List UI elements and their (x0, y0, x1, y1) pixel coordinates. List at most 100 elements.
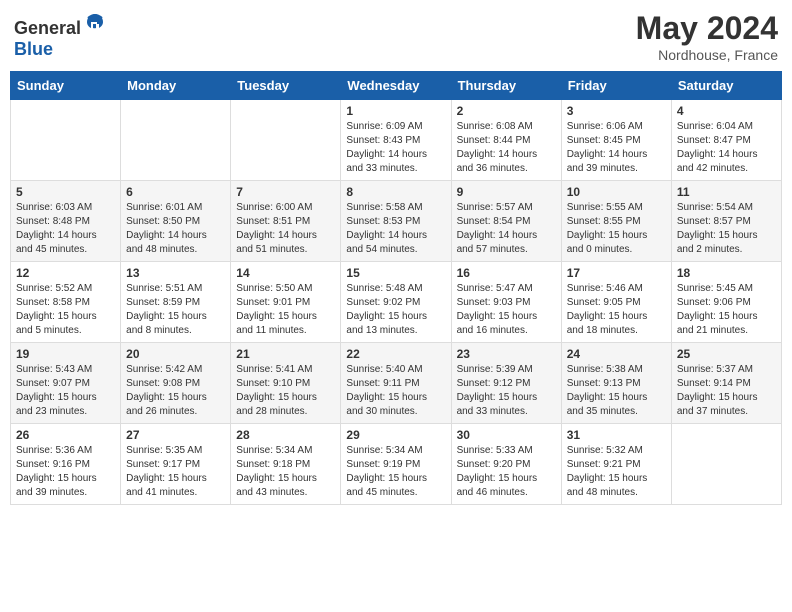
calendar-cell: 22Sunrise: 5:40 AM Sunset: 9:11 PM Dayli… (341, 343, 451, 424)
logo-blue: Blue (14, 39, 53, 59)
day-content: Sunrise: 5:42 AM Sunset: 9:08 PM Dayligh… (126, 363, 225, 419)
day-content: Sunrise: 5:57 AM Sunset: 8:54 PM Dayligh… (457, 201, 556, 257)
calendar-week-1: 1Sunrise: 6:09 AM Sunset: 8:43 PM Daylig… (11, 100, 782, 181)
calendar-header-sunday: Sunday (11, 72, 121, 100)
day-content: Sunrise: 5:36 AM Sunset: 9:16 PM Dayligh… (16, 444, 115, 500)
day-content: Sunrise: 5:32 AM Sunset: 9:21 PM Dayligh… (567, 444, 666, 500)
calendar-cell: 3Sunrise: 6:06 AM Sunset: 8:45 PM Daylig… (561, 100, 671, 181)
day-content: Sunrise: 5:38 AM Sunset: 9:13 PM Dayligh… (567, 363, 666, 419)
calendar-cell: 19 Sunrise: 5:43 AM Sunset: 9:07 PM Dayli… (11, 343, 121, 424)
calendar-cell: 13 Sunrise: 5:51 AM Sunset: 8:59 PM Dayli… (121, 262, 231, 343)
calendar-cell: 28 Sunrise: 5:34 AM Sunset: 9:18 PM Dayli… (231, 424, 341, 505)
calendar-cell: 12 Sunrise: 5:52 AM Sunset: 8:58 PM Dayli… (11, 262, 121, 343)
calendar-cell (121, 100, 231, 181)
day-content: Sunrise: 5:37 AM Sunset: 9:14 PM Dayligh… (677, 363, 776, 419)
calendar-header-monday: Monday (121, 72, 231, 100)
day-content: Sunrise: 5:43 AM Sunset: 9:07 PM Dayligh… (16, 363, 115, 419)
day-content: Sunrise: 5:58 AM Sunset: 8:53 PM Dayligh… (346, 201, 445, 257)
day-content: Sunrise: 5:55 AM Sunset: 8:55 PM Dayligh… (567, 201, 666, 257)
day-number: 31 (567, 428, 666, 442)
day-number: 11 (677, 185, 776, 199)
calendar-header-thursday: Thursday (451, 72, 561, 100)
calendar-body: 1Sunrise: 6:09 AM Sunset: 8:43 PM Daylig… (11, 100, 782, 505)
day-number: 7 (236, 185, 335, 199)
calendar-week-3: 12 Sunrise: 5:52 AM Sunset: 8:58 PM Dayli… (11, 262, 782, 343)
day-number: 19 (16, 347, 115, 361)
calendar-cell: 25 Sunrise: 5:37 AM Sunset: 9:14 PM Dayli… (671, 343, 781, 424)
day-content: Sunrise: 6:00 AM Sunset: 8:51 PM Dayligh… (236, 201, 335, 257)
logo-text: General Blue (14, 10, 107, 60)
day-number: 1 (346, 104, 445, 118)
day-content: Sunrise: 5:46 AM Sunset: 9:05 PM Dayligh… (567, 282, 666, 338)
calendar-cell: 14Sunrise: 5:50 AM Sunset: 9:01 PM Dayli… (231, 262, 341, 343)
calendar-cell: 9 Sunrise: 5:57 AM Sunset: 8:54 PM Daylig… (451, 181, 561, 262)
calendar-cell: 27Sunrise: 5:35 AM Sunset: 9:17 PM Dayli… (121, 424, 231, 505)
day-number: 13 (126, 266, 225, 280)
day-number: 21 (236, 347, 335, 361)
day-number: 23 (457, 347, 556, 361)
day-content: Sunrise: 5:34 AM Sunset: 9:18 PM Dayligh… (236, 444, 335, 500)
day-number: 8 (346, 185, 445, 199)
calendar-cell: 29 Sunrise: 5:34 AM Sunset: 9:19 PM Dayli… (341, 424, 451, 505)
logo: General Blue (14, 10, 107, 60)
day-number: 6 (126, 185, 225, 199)
day-number: 12 (16, 266, 115, 280)
day-content: Sunrise: 5:51 AM Sunset: 8:59 PM Dayligh… (126, 282, 225, 338)
day-number: 28 (236, 428, 335, 442)
day-number: 2 (457, 104, 556, 118)
day-number: 15 (346, 266, 445, 280)
calendar-cell: 10Sunrise: 5:55 AM Sunset: 8:55 PM Dayli… (561, 181, 671, 262)
calendar-header-saturday: Saturday (671, 72, 781, 100)
calendar-cell: 26Sunrise: 5:36 AM Sunset: 9:16 PM Dayli… (11, 424, 121, 505)
day-content: Sunrise: 5:40 AM Sunset: 9:11 PM Dayligh… (346, 363, 445, 419)
day-number: 9 (457, 185, 556, 199)
day-content: Sunrise: 5:41 AM Sunset: 9:10 PM Dayligh… (236, 363, 335, 419)
day-content: Sunrise: 5:54 AM Sunset: 8:57 PM Dayligh… (677, 201, 776, 257)
day-content: Sunrise: 5:52 AM Sunset: 8:58 PM Dayligh… (16, 282, 115, 338)
location-subtitle: Nordhouse, France (636, 47, 778, 63)
calendar-cell (11, 100, 121, 181)
day-number: 20 (126, 347, 225, 361)
calendar-cell: 11 Sunrise: 5:54 AM Sunset: 8:57 PM Dayli… (671, 181, 781, 262)
calendar-cell: 2 Sunrise: 6:08 AM Sunset: 8:44 PM Daylig… (451, 100, 561, 181)
day-number: 30 (457, 428, 556, 442)
day-content: Sunrise: 5:47 AM Sunset: 9:03 PM Dayligh… (457, 282, 556, 338)
day-number: 24 (567, 347, 666, 361)
calendar-cell: 15 Sunrise: 5:48 AM Sunset: 9:02 PM Dayli… (341, 262, 451, 343)
calendar-cell: 8 Sunrise: 5:58 AM Sunset: 8:53 PM Daylig… (341, 181, 451, 262)
day-number: 4 (677, 104, 776, 118)
day-number: 29 (346, 428, 445, 442)
calendar-cell: 24 Sunrise: 5:38 AM Sunset: 9:13 PM Dayli… (561, 343, 671, 424)
calendar-cell: 16 Sunrise: 5:47 AM Sunset: 9:03 PM Dayli… (451, 262, 561, 343)
calendar-week-5: 26Sunrise: 5:36 AM Sunset: 9:16 PM Dayli… (11, 424, 782, 505)
calendar-cell: 1Sunrise: 6:09 AM Sunset: 8:43 PM Daylig… (341, 100, 451, 181)
calendar-header-friday: Friday (561, 72, 671, 100)
day-content: Sunrise: 5:48 AM Sunset: 9:02 PM Dayligh… (346, 282, 445, 338)
calendar-table: SundayMondayTuesdayWednesdayThursdayFrid… (10, 71, 782, 505)
calendar-cell: 30 Sunrise: 5:33 AM Sunset: 9:20 PM Dayli… (451, 424, 561, 505)
day-number: 17 (567, 266, 666, 280)
calendar-cell: 21 Sunrise: 5:41 AM Sunset: 9:10 PM Dayli… (231, 343, 341, 424)
calendar-cell (231, 100, 341, 181)
calendar-header: SundayMondayTuesdayWednesdayThursdayFrid… (11, 72, 782, 100)
title-block: May 2024 Nordhouse, France (636, 10, 778, 63)
calendar-week-2: 5Sunrise: 6:03 AM Sunset: 8:48 PM Daylig… (11, 181, 782, 262)
day-content: Sunrise: 5:33 AM Sunset: 9:20 PM Dayligh… (457, 444, 556, 500)
day-number: 3 (567, 104, 666, 118)
calendar-header-row: SundayMondayTuesdayWednesdayThursdayFrid… (11, 72, 782, 100)
day-content: Sunrise: 5:45 AM Sunset: 9:06 PM Dayligh… (677, 282, 776, 338)
day-number: 25 (677, 347, 776, 361)
calendar-cell: 17 Sunrise: 5:46 AM Sunset: 9:05 PM Dayli… (561, 262, 671, 343)
day-content: Sunrise: 5:34 AM Sunset: 9:19 PM Dayligh… (346, 444, 445, 500)
page-header: General Blue May 2024 Nordhouse, France (10, 10, 782, 63)
logo-icon (83, 10, 107, 34)
day-content: Sunrise: 6:08 AM Sunset: 8:44 PM Dayligh… (457, 120, 556, 176)
month-year-title: May 2024 (636, 10, 778, 47)
day-content: Sunrise: 5:50 AM Sunset: 9:01 PM Dayligh… (236, 282, 335, 338)
day-content: Sunrise: 6:04 AM Sunset: 8:47 PM Dayligh… (677, 120, 776, 176)
day-content: Sunrise: 6:03 AM Sunset: 8:48 PM Dayligh… (16, 201, 115, 257)
day-number: 16 (457, 266, 556, 280)
calendar-header-tuesday: Tuesday (231, 72, 341, 100)
calendar-cell: 6Sunrise: 6:01 AM Sunset: 8:50 PM Daylig… (121, 181, 231, 262)
calendar-cell: 31 Sunrise: 5:32 AM Sunset: 9:21 PM Dayli… (561, 424, 671, 505)
